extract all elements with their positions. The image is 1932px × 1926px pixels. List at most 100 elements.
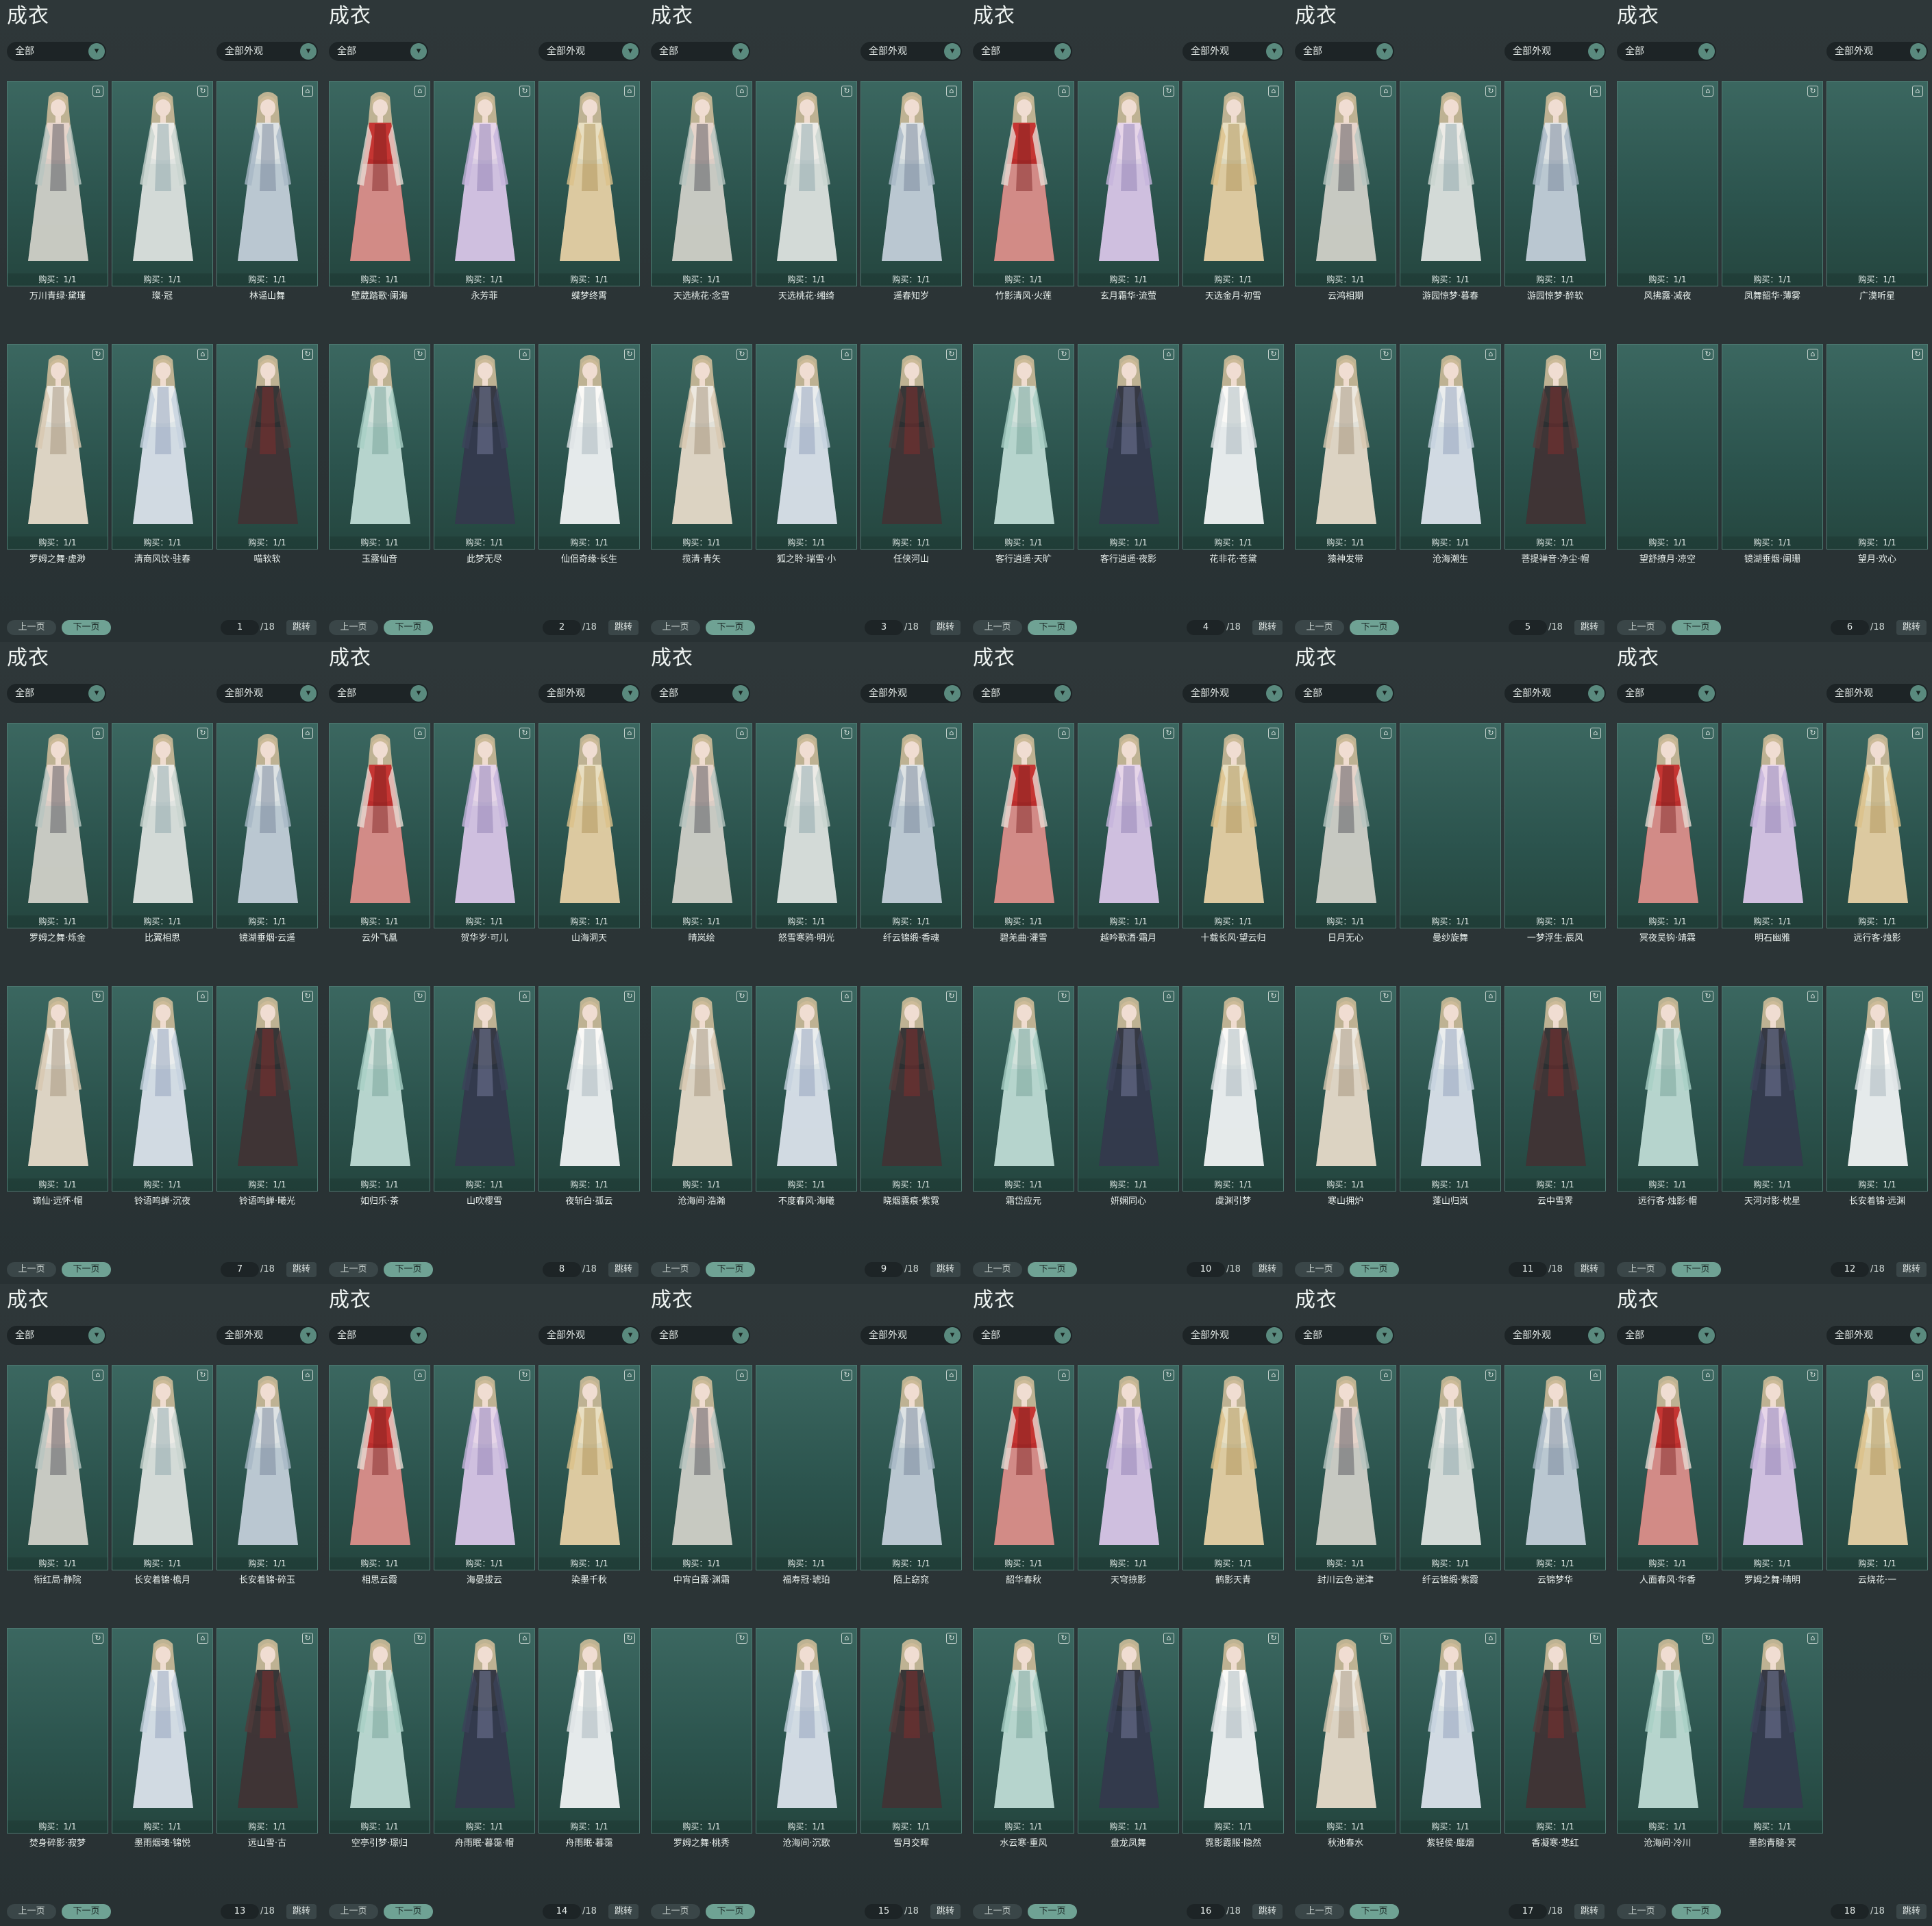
outfit-card[interactable]: ⌂ 购买：1/1: [1295, 1365, 1396, 1570]
outfit-card[interactable]: ↻ 购买：1/1: [1504, 986, 1606, 1192]
category-filter-dropdown[interactable]: 全部 ▾: [973, 1326, 1072, 1345]
prev-page-button[interactable]: 上一页: [1295, 1904, 1344, 1919]
appearance-filter-dropdown[interactable]: 全部外观 ▾: [1504, 1326, 1606, 1345]
appearance-filter-dropdown[interactable]: 全部外观 ▾: [216, 1326, 318, 1345]
page-number-input[interactable]: 11: [1509, 1262, 1547, 1277]
outfit-card[interactable]: ⌂ 购买：1/1: [756, 344, 857, 550]
outfit-card[interactable]: ⌂ 购买：1/1: [1400, 1628, 1501, 1834]
page-number-input[interactable]: 16: [1187, 1904, 1225, 1919]
outfit-card[interactable]: ↻ 购买：1/1: [1504, 1628, 1606, 1834]
outfit-card[interactable]: ↻ 购买：1/1: [1400, 1365, 1501, 1570]
category-filter-dropdown[interactable]: 全部 ▾: [7, 684, 106, 703]
category-filter-dropdown[interactable]: 全部 ▾: [1295, 684, 1394, 703]
prev-page-button[interactable]: 上一页: [7, 1904, 56, 1919]
next-page-button[interactable]: 下一页: [62, 1904, 111, 1919]
page-number-input[interactable]: 3: [865, 620, 903, 635]
prev-page-button[interactable]: 上一页: [7, 620, 56, 635]
appearance-filter-dropdown[interactable]: 全部外观 ▾: [538, 684, 640, 703]
appearance-filter-dropdown[interactable]: 全部外观 ▾: [538, 1326, 640, 1345]
category-filter-dropdown[interactable]: 全部 ▾: [7, 42, 106, 61]
page-number-input[interactable]: 10: [1187, 1262, 1225, 1277]
category-filter-dropdown[interactable]: 全部 ▾: [7, 1326, 106, 1345]
outfit-card[interactable]: ⌂ 购买：1/1: [1617, 81, 1718, 286]
jump-button[interactable]: 跳转: [930, 1904, 961, 1919]
outfit-card[interactable]: ⌂ 购买：1/1: [1722, 344, 1823, 550]
outfit-card[interactable]: ↻ 购买：1/1: [756, 723, 857, 928]
outfit-card[interactable]: ⌂ 购买：1/1: [216, 723, 318, 928]
next-page-button[interactable]: 下一页: [1350, 1904, 1399, 1919]
jump-button[interactable]: 跳转: [608, 1262, 639, 1277]
outfit-card[interactable]: ↻ 购买：1/1: [973, 1628, 1074, 1834]
appearance-filter-dropdown[interactable]: 全部外观 ▾: [216, 684, 318, 703]
jump-button[interactable]: 跳转: [930, 620, 961, 635]
outfit-card[interactable]: ↻ 购买：1/1: [329, 1628, 430, 1834]
outfit-card[interactable]: ↻ 购买：1/1: [434, 723, 535, 928]
jump-button[interactable]: 跳转: [286, 1262, 317, 1277]
page-number-input[interactable]: 2: [543, 620, 581, 635]
outfit-card[interactable]: ⌂ 购买：1/1: [329, 1365, 430, 1570]
outfit-card[interactable]: ↻ 购买：1/1: [1722, 1365, 1823, 1570]
outfit-card[interactable]: ↻ 购买：1/1: [7, 344, 108, 550]
outfit-card[interactable]: ⌂ 购买：1/1: [651, 723, 752, 928]
outfit-card[interactable]: ⌂ 购买：1/1: [1617, 723, 1718, 928]
next-page-button[interactable]: 下一页: [1028, 620, 1077, 635]
outfit-card[interactable]: ⌂ 购买：1/1: [651, 1365, 752, 1570]
prev-page-button[interactable]: 上一页: [1617, 620, 1666, 635]
outfit-card[interactable]: ⌂ 购买：1/1: [434, 344, 535, 550]
outfit-card[interactable]: ↻ 购买：1/1: [329, 344, 430, 550]
next-page-button[interactable]: 下一页: [62, 620, 111, 635]
category-filter-dropdown[interactable]: 全部 ▾: [1617, 42, 1716, 61]
outfit-card[interactable]: ⌂ 购买：1/1: [434, 986, 535, 1192]
outfit-card[interactable]: ⌂ 购买：1/1: [756, 1628, 857, 1834]
page-number-input[interactable]: 5: [1509, 620, 1547, 635]
page-number-input[interactable]: 4: [1187, 620, 1225, 635]
outfit-card[interactable]: ⌂ 购买：1/1: [538, 81, 640, 286]
jump-button[interactable]: 跳转: [1574, 620, 1605, 635]
outfit-card[interactable]: ↻ 购买：1/1: [1182, 1628, 1284, 1834]
appearance-filter-dropdown[interactable]: 全部外观 ▾: [1826, 684, 1928, 703]
outfit-card[interactable]: ⌂ 购买：1/1: [216, 1365, 318, 1570]
outfit-card[interactable]: ⌂ 购买：1/1: [329, 81, 430, 286]
outfit-card[interactable]: ↻ 购买：1/1: [1295, 986, 1396, 1192]
page-number-input[interactable]: 15: [865, 1904, 903, 1919]
outfit-card[interactable]: ⌂ 购买：1/1: [112, 1628, 213, 1834]
jump-button[interactable]: 跳转: [1896, 1904, 1927, 1919]
appearance-filter-dropdown[interactable]: 全部外观 ▾: [1826, 42, 1928, 61]
prev-page-button[interactable]: 上一页: [1617, 1262, 1666, 1277]
appearance-filter-dropdown[interactable]: 全部外观 ▾: [1182, 1326, 1284, 1345]
outfit-card[interactable]: ↻ 购买：1/1: [651, 986, 752, 1192]
outfit-card[interactable]: ↻ 购买：1/1: [1078, 81, 1179, 286]
category-filter-dropdown[interactable]: 全部 ▾: [651, 684, 750, 703]
outfit-card[interactable]: ⌂ 购买：1/1: [973, 1365, 1074, 1570]
outfit-card[interactable]: ↻ 购买：1/1: [1722, 723, 1823, 928]
outfit-card[interactable]: ↻ 购买：1/1: [1400, 81, 1501, 286]
outfit-card[interactable]: ⌂ 购买：1/1: [1826, 723, 1928, 928]
outfit-card[interactable]: ↻ 购买：1/1: [434, 81, 535, 286]
outfit-card[interactable]: ⌂ 购买：1/1: [1826, 1365, 1928, 1570]
outfit-card[interactable]: ↻ 购买：1/1: [538, 344, 640, 550]
outfit-card[interactable]: ⌂ 购买：1/1: [1295, 81, 1396, 286]
appearance-filter-dropdown[interactable]: 全部外观 ▾: [538, 42, 640, 61]
jump-button[interactable]: 跳转: [286, 1904, 317, 1919]
outfit-card[interactable]: ↻ 购买：1/1: [216, 344, 318, 550]
category-filter-dropdown[interactable]: 全部 ▾: [973, 42, 1072, 61]
prev-page-button[interactable]: 上一页: [651, 620, 700, 635]
outfit-card[interactable]: ⌂ 购买：1/1: [1400, 986, 1501, 1192]
category-filter-dropdown[interactable]: 全部 ▾: [973, 684, 1072, 703]
next-page-button[interactable]: 下一页: [706, 1904, 755, 1919]
outfit-card[interactable]: ↻ 购买：1/1: [1617, 344, 1718, 550]
next-page-button[interactable]: 下一页: [1672, 1262, 1721, 1277]
outfit-card[interactable]: ↻ 购买：1/1: [538, 986, 640, 1192]
category-filter-dropdown[interactable]: 全部 ▾: [651, 1326, 750, 1345]
outfit-card[interactable]: ↻ 购买：1/1: [538, 1628, 640, 1834]
jump-button[interactable]: 跳转: [608, 620, 639, 635]
outfit-card[interactable]: ↻ 购买：1/1: [651, 344, 752, 550]
outfit-card[interactable]: ⌂ 购买：1/1: [973, 81, 1074, 286]
prev-page-button[interactable]: 上一页: [973, 620, 1022, 635]
outfit-card[interactable]: ⌂ 购买：1/1: [860, 723, 962, 928]
outfit-card[interactable]: ↻ 购买：1/1: [1826, 344, 1928, 550]
next-page-button[interactable]: 下一页: [1028, 1904, 1077, 1919]
jump-button[interactable]: 跳转: [608, 1904, 639, 1919]
outfit-card[interactable]: ↻ 购买：1/1: [1182, 344, 1284, 550]
outfit-card[interactable]: ⌂ 购买：1/1: [1078, 986, 1179, 1192]
